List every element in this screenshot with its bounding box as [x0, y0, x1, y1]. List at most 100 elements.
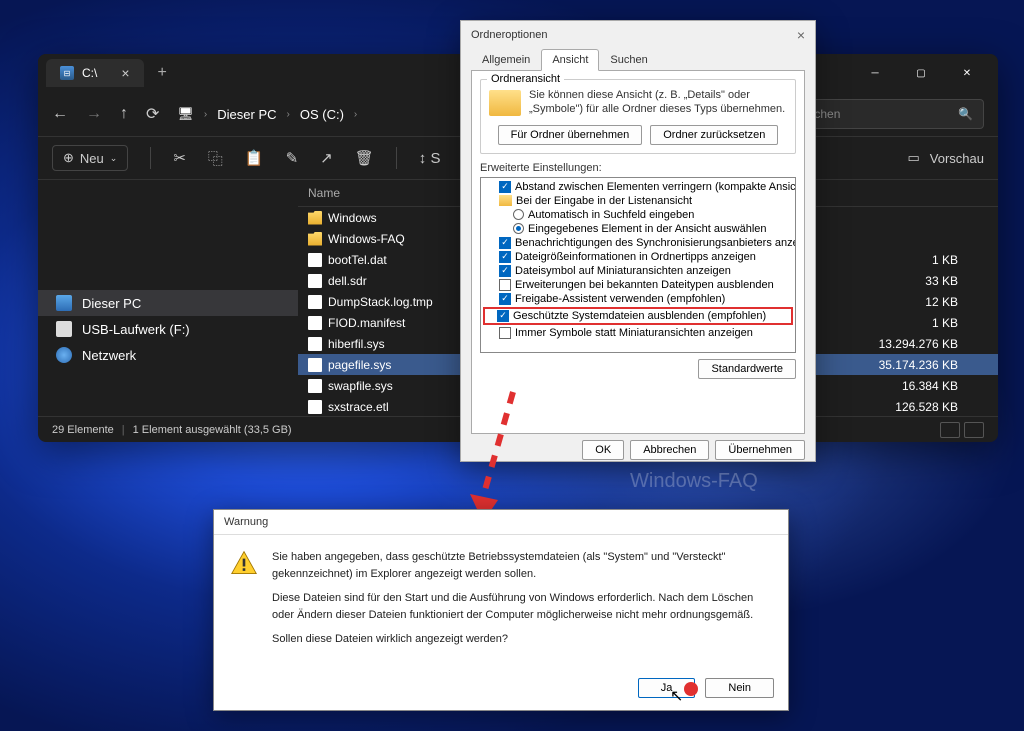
up-button[interactable]: ↑ [120, 105, 128, 123]
file-icon [308, 379, 322, 393]
checkbox-icon[interactable]: ✓ [497, 310, 509, 322]
dialog-title: Warnung [214, 510, 788, 535]
globe-icon [56, 347, 72, 363]
file-icon [308, 400, 322, 414]
advanced-label: Erweiterte Einstellungen: [480, 162, 796, 174]
file-icon [308, 337, 322, 351]
sort-icon[interactable]: ↕ S [419, 150, 441, 167]
monitor-icon [56, 295, 72, 311]
close-button[interactable]: ✕ [944, 54, 990, 92]
tree-item[interactable]: Erweiterungen bei bekannten Dateitypen a… [485, 278, 791, 292]
ok-button[interactable]: OK [582, 440, 624, 460]
tree-item[interactable]: ✓Dateisymbol auf Miniaturansichten anzei… [485, 264, 791, 278]
drive-icon: ⊟ [60, 66, 74, 80]
search-icon: 🔍 [958, 107, 973, 121]
tab-title: C:\ [82, 66, 97, 80]
paste-icon[interactable]: 📋 [245, 149, 264, 167]
advanced-settings-tree[interactable]: ✓Abstand zwischen Elementen verringern (… [480, 177, 796, 353]
apply-to-folders-button[interactable]: Für Ordner übernehmen [498, 125, 643, 145]
tree-item[interactable]: Bei der Eingabe in der Listenansicht [485, 194, 791, 208]
view-list-icon[interactable] [940, 422, 960, 438]
tree-item[interactable]: ✓Benachrichtigungen des Synchronisierung… [485, 236, 791, 250]
breadcrumb[interactable]: 🖥 › Dieser PC › OS (C:) › [177, 106, 357, 122]
chevron-right-icon: › [287, 109, 290, 120]
tree-item[interactable]: ✓Abstand zwischen Elementen verringern (… [485, 180, 791, 194]
folder-view-group: Ordneransicht Sie können diese Ansicht (… [480, 79, 796, 154]
folder-icon [489, 90, 521, 116]
file-icon [308, 358, 322, 372]
checkbox-icon[interactable]: ✓ [499, 251, 511, 263]
share-icon[interactable]: ↗ [320, 149, 333, 167]
monitor-icon: 🖥 [177, 106, 194, 122]
breadcrumb-item[interactable]: OS (C:) [300, 107, 344, 122]
folder-icon [308, 232, 322, 246]
separator [150, 147, 151, 169]
delete-icon[interactable]: 🗑 [355, 149, 374, 167]
checkbox-icon[interactable] [499, 327, 511, 339]
new-button[interactable]: ⊕ Neu ⌄ [52, 145, 128, 171]
checkbox-icon[interactable]: ✓ [499, 265, 511, 277]
chevron-right-icon: › [204, 109, 207, 120]
close-icon[interactable]: × [797, 27, 805, 43]
file-icon [308, 253, 322, 267]
radio-icon[interactable] [513, 209, 524, 220]
breadcrumb-item[interactable]: Dieser PC [217, 107, 276, 122]
sidebar-item-usb[interactable]: USB-Laufwerk (F:) [38, 316, 298, 342]
warning-icon [230, 549, 258, 577]
close-icon[interactable]: × [121, 65, 129, 81]
yes-button[interactable]: Ja [638, 678, 696, 698]
tab-active[interactable]: ⊟ C:\ × [46, 59, 144, 87]
tabs: Allgemein Ansicht Suchen [461, 49, 815, 71]
file-icon [308, 316, 322, 330]
warning-dialog: Warnung Sie haben angegeben, dass geschü… [213, 509, 789, 711]
checkbox-icon[interactable] [499, 279, 511, 291]
tab-view[interactable]: Ansicht [541, 49, 599, 71]
radio-icon[interactable] [513, 223, 524, 234]
refresh-button[interactable]: ⟳ [146, 104, 159, 124]
sidebar-item-this-pc[interactable]: Dieser PC [38, 290, 298, 316]
chevron-down-icon: ⌄ [110, 153, 118, 164]
chevron-right-icon: › [354, 109, 357, 120]
tree-item[interactable]: Immer Symbole statt Miniaturansichten an… [485, 326, 791, 340]
rename-icon[interactable]: ✎ [286, 149, 299, 167]
column-name[interactable]: Name [308, 186, 340, 200]
folder-icon [308, 211, 322, 225]
sidebar-item-network[interactable]: Netzwerk [38, 342, 298, 368]
folder-options-dialog: Ordneroptionen × Allgemein Ansicht Suche… [460, 20, 816, 462]
view-grid-icon[interactable] [964, 422, 984, 438]
tab-general[interactable]: Allgemein [471, 49, 541, 71]
annotation-marker [684, 682, 698, 696]
apply-button[interactable]: Übernehmen [715, 440, 805, 460]
file-icon [308, 274, 322, 288]
tree-item[interactable]: Automatisch in Suchfeld eingeben [485, 208, 791, 222]
tree-item-protected-files[interactable]: ✓Geschützte Systemdateien ausblenden (em… [483, 307, 793, 325]
sidebar: Dieser PC USB-Laufwerk (F:) Netzwerk [38, 180, 298, 416]
folder-icon [499, 195, 512, 206]
no-button[interactable]: Nein [705, 678, 774, 698]
preview-pane-icon: ▭ [908, 150, 920, 166]
checkbox-icon[interactable]: ✓ [499, 181, 511, 193]
tree-item[interactable]: ✓Dateigrößeinformationen in Ordnertipps … [485, 250, 791, 264]
copy-icon[interactable]: ⿻ [208, 148, 223, 169]
new-tab-button[interactable]: + [158, 64, 167, 82]
separator [396, 147, 397, 169]
cut-icon[interactable]: ✂ [173, 149, 186, 167]
dialog-title: Ordneroptionen × [461, 21, 815, 49]
cancel-button[interactable]: Abbrechen [630, 440, 709, 460]
tree-item[interactable]: Eingegebenes Element in der Ansicht ausw… [485, 222, 791, 236]
minimize-button[interactable]: ─ [852, 54, 898, 92]
forward-button[interactable]: → [86, 105, 102, 123]
reset-folders-button[interactable]: Ordner zurücksetzen [650, 125, 778, 145]
tab-search[interactable]: Suchen [599, 49, 658, 71]
plus-icon: ⊕ [63, 150, 74, 166]
preview-button[interactable]: Vorschau [930, 151, 984, 166]
maximize-button[interactable]: ▢ [898, 54, 944, 92]
status-count: 29 Elemente [52, 424, 114, 436]
defaults-button[interactable]: Standardwerte [698, 359, 796, 379]
tree-item[interactable]: ✓Freigabe-Assistent verwenden (empfohlen… [485, 292, 791, 306]
back-button[interactable]: ← [52, 105, 68, 123]
status-selected: 1 Element ausgewählt (33,5 GB) [133, 424, 292, 436]
file-icon [308, 295, 322, 309]
checkbox-icon[interactable]: ✓ [499, 237, 511, 249]
checkbox-icon[interactable]: ✓ [499, 293, 511, 305]
